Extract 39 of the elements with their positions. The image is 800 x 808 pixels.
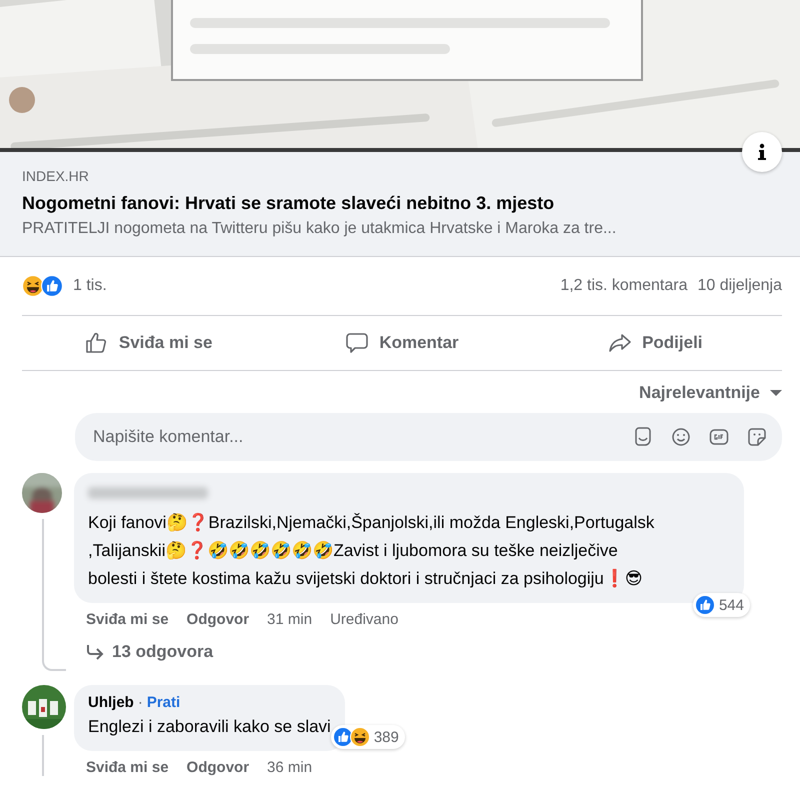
comment-input[interactable]: Napišite komentar... [91,426,632,448]
view-replies-button[interactable]: 13 odgovora [74,628,214,662]
author-name[interactable]: Uhljeb [88,694,134,711]
link-source: INDEX.HR [22,167,90,186]
link-description: PRATITELJI nogometa na Twitteru pišu kako je utakmica Hrvatske i Maroka za tre... [22,219,618,239]
reply-link[interactable]: Odgovor [186,759,250,776]
comment-time[interactable]: 36 min [267,759,312,776]
separator-dot: · [138,694,143,711]
reaction-summary[interactable]: 389 [330,725,405,749]
reaction-summary[interactable]: 544 [692,593,750,617]
share-count[interactable]: 10 dijeljenja [697,277,782,295]
avatar[interactable] [22,473,62,513]
share-button[interactable]: Podijeli [528,316,782,370]
speech-bubble-icon [345,331,370,355]
sticker-icon[interactable] [746,426,768,448]
comment-field[interactable]: Napišite komentar... [75,413,782,461]
comment-text: Koji fanovi🤔❓Brazilski,Njemački,Španjolski,ili možda Engleski,Portugalsk ,Talijanskii🤔❓🤣🤣🤣🤣🤣🤣Zavist i ljubomora su teške neizlječive bolesti i štete kostima kažu svijetski doktori i stručnjaci za psihologiju❗😎 [88,512,656,590]
thumbs-up-icon [84,331,109,355]
reply-arrow-icon [86,644,104,660]
follow-link[interactable]: Prati [146,694,180,711]
edited-label: Uređivano [330,611,398,628]
like-link[interactable]: Sviđa mi se [86,611,169,628]
like-link[interactable]: Sviđa mi se [86,759,169,776]
avatar[interactable] [22,685,66,729]
reaction-count[interactable]: 1 tis. [73,277,107,295]
info-icon [756,143,768,161]
reply-link[interactable]: Odgovor [186,611,250,628]
thread-line [42,735,44,776]
comment-button[interactable]: Komentar [275,316,529,370]
comment-time[interactable]: 31 min [267,611,312,628]
sort-dropdown[interactable]: Najrelevantnije [639,383,782,403]
caret-icon [770,389,782,397]
share-arrow-icon [608,331,632,355]
smiley-icon[interactable] [670,426,692,448]
comment-count[interactable]: 1,2 tis. komentara [560,277,688,295]
comment-text: Englezi i zaboravili kako se slavi [88,716,331,738]
link-title[interactable]: Nogometni fanovi: Hrvati se sramote slaveći nebitno 3. mjesto [22,190,778,216]
link-preview[interactable]: INDEX.HR Nogometni fanovi: Hrvati se sramote slaveći nebitno 3. mjesto PRATITELJI nogometa na Twitteru pišu kako je utakmica Hrvatske i Maroka za tre... [0,152,800,257]
like-button[interactable]: Sviđa mi se [22,316,276,370]
